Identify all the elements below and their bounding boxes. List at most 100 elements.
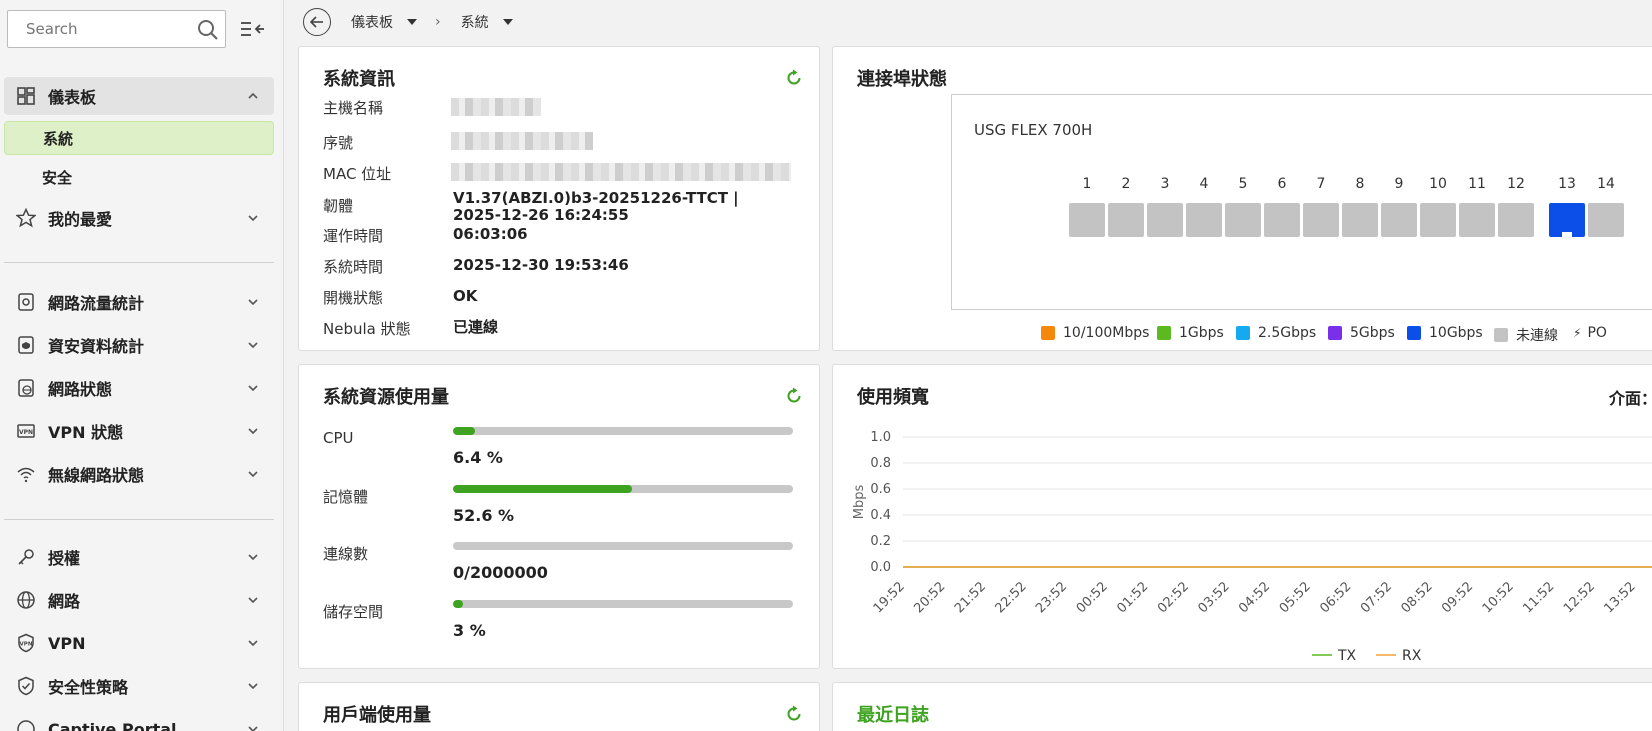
search-input[interactable] [8, 11, 188, 47]
breadcrumb-dashboard[interactable]: 儀表板 [351, 12, 417, 32]
sidebar-item-security-policy[interactable]: 安全性策略 [4, 667, 274, 705]
port-number-label: 1 [1082, 176, 1092, 192]
cpu-value: 6.4 % [453, 448, 503, 467]
port-5[interactable] [1225, 203, 1261, 237]
x-tick-label: 00:52 [1074, 579, 1111, 616]
device-panel: USG FLEX 700H 1 2 3 4 5 6 7 8 9 10 11 12 13 14 [951, 94, 1652, 310]
legend-label: 5Gbps [1350, 325, 1395, 341]
x-tick-label: 10:52 [1480, 579, 1517, 616]
chevron-down-icon [248, 640, 258, 647]
legend-label: 10/100Mbps [1063, 325, 1150, 341]
sidebar-item-license[interactable]: 授權 [4, 538, 274, 576]
port-3[interactable] [1147, 203, 1183, 237]
sidebar-item-captive-portal[interactable]: Captive Portal [4, 710, 274, 731]
legend-label: 10Gbps [1429, 325, 1483, 341]
sidebar-item-vpn-status[interactable]: VPN VPN 狀態 [4, 412, 274, 450]
breadcrumb-system[interactable]: 系統 [461, 12, 513, 32]
chevron-down-icon [248, 342, 258, 349]
caret-down-icon [502, 19, 513, 25]
port-number-label: 2 [1121, 176, 1131, 192]
legend-swatch [1328, 326, 1342, 340]
sidebar-item-label: 安全性策略 [48, 678, 129, 697]
legend-item: 未連線 [1494, 325, 1558, 345]
sidebar-item-traffic-stats[interactable]: 網路流量統計 [4, 283, 274, 321]
legend-swatch [1407, 326, 1421, 340]
refresh-icon[interactable] [785, 387, 803, 405]
port-8[interactable] [1342, 203, 1378, 237]
dashboard-icon [14, 84, 38, 108]
sidebar-item-network-status[interactable]: 網路狀態 [4, 369, 274, 407]
x-tick-label: 23:52 [1033, 579, 1070, 616]
port-number-label: 12 [1507, 176, 1525, 192]
x-tick-label: 19:52 [871, 579, 908, 616]
y-axis-label: Mbps [852, 485, 867, 520]
storage-label: 儲存空間 [323, 603, 384, 621]
port-2[interactable] [1108, 203, 1144, 237]
sidebar-item-label: VPN [48, 633, 86, 653]
sidebar-item-vpn[interactable]: VPN VPN [4, 624, 274, 662]
collapse-sidebar-icon[interactable] [238, 17, 266, 41]
bandwidth-chart: 1.0 0.8 0.6 0.4 0.2 0.0 Mbps 19:52 20:52 21:52 22:… [852, 430, 1652, 664]
serial-value-redacted [451, 132, 593, 150]
captive-portal-icon [14, 717, 38, 731]
port-1[interactable] [1069, 203, 1105, 237]
port-13[interactable] [1549, 203, 1585, 237]
cpu-bar [453, 427, 793, 435]
port-number-label: 4 [1199, 176, 1209, 192]
sidebar-item-network[interactable]: 網路 [4, 581, 274, 619]
wifi-icon [14, 462, 38, 486]
legend-swatch [1041, 326, 1055, 340]
serial-label: 序號 [323, 134, 354, 152]
svg-text:VPN: VPN [20, 642, 33, 648]
sidebar-item-security-stats[interactable]: 資安資料統計 [4, 326, 274, 364]
client-usage-card: 用戶端使用量 [298, 682, 820, 731]
port-number-label: 14 [1597, 176, 1615, 192]
breadcrumb-label: 系統 [460, 15, 489, 31]
port-number-label: 9 [1394, 176, 1404, 192]
legend-label: RX [1402, 648, 1422, 664]
refresh-icon[interactable] [785, 69, 803, 87]
port-number-label: 3 [1160, 176, 1170, 192]
globe-document-icon [14, 376, 38, 400]
port-6[interactable] [1264, 203, 1300, 237]
hostname-value-redacted [451, 98, 541, 116]
sidebar-item-wireless-status[interactable]: 無線網路狀態 [4, 455, 274, 493]
x-tick-label: 12:52 [1561, 579, 1598, 616]
legend-item: 1Gbps [1157, 325, 1224, 341]
port-12[interactable] [1498, 203, 1534, 237]
x-tick-label: 22:52 [993, 579, 1030, 616]
sidebar-item-dashboard[interactable]: 儀表板 [4, 77, 274, 115]
port-7[interactable] [1303, 203, 1339, 237]
breadcrumb: 儀表板 › 系統 [286, 0, 1652, 44]
search-box[interactable] [7, 10, 226, 48]
chevron-down-icon [248, 385, 258, 392]
x-tick-label: 05:52 [1277, 579, 1314, 616]
chevron-down-icon [248, 428, 258, 435]
gear-document-icon [14, 290, 38, 314]
port-9[interactable] [1381, 203, 1417, 237]
port-10[interactable] [1420, 203, 1456, 237]
sidebar-subitem-security[interactable]: 安全 [4, 160, 274, 194]
chevron-down-icon [248, 554, 258, 561]
x-tick-label: 11:52 [1520, 579, 1557, 616]
back-button[interactable] [303, 8, 331, 36]
search-icon[interactable] [197, 19, 219, 45]
sidebar-item-favorites[interactable]: 我的最愛 [4, 199, 274, 237]
port-14[interactable] [1588, 203, 1624, 237]
memory-bar [453, 485, 793, 493]
sidebar-subitem-system[interactable]: 系統 [4, 121, 274, 155]
memory-bar-fill [453, 485, 632, 493]
port-11[interactable] [1459, 203, 1495, 237]
legend-item: 10/100Mbps [1041, 325, 1149, 341]
port-4[interactable] [1186, 203, 1222, 237]
port-number-label: 8 [1355, 176, 1365, 192]
legend-item: 10Gbps [1407, 325, 1483, 341]
chevron-down-icon [248, 299, 258, 306]
card-title[interactable]: 最近日誌 [857, 701, 929, 727]
chevron-down-icon [248, 726, 258, 731]
breadcrumb-label: 儀表板 [351, 15, 393, 31]
refresh-icon[interactable] [785, 705, 803, 723]
vpn-icon: VPN [14, 419, 38, 443]
breadcrumb-separator: › [435, 14, 441, 30]
x-tick-label: 08:52 [1399, 579, 1436, 616]
